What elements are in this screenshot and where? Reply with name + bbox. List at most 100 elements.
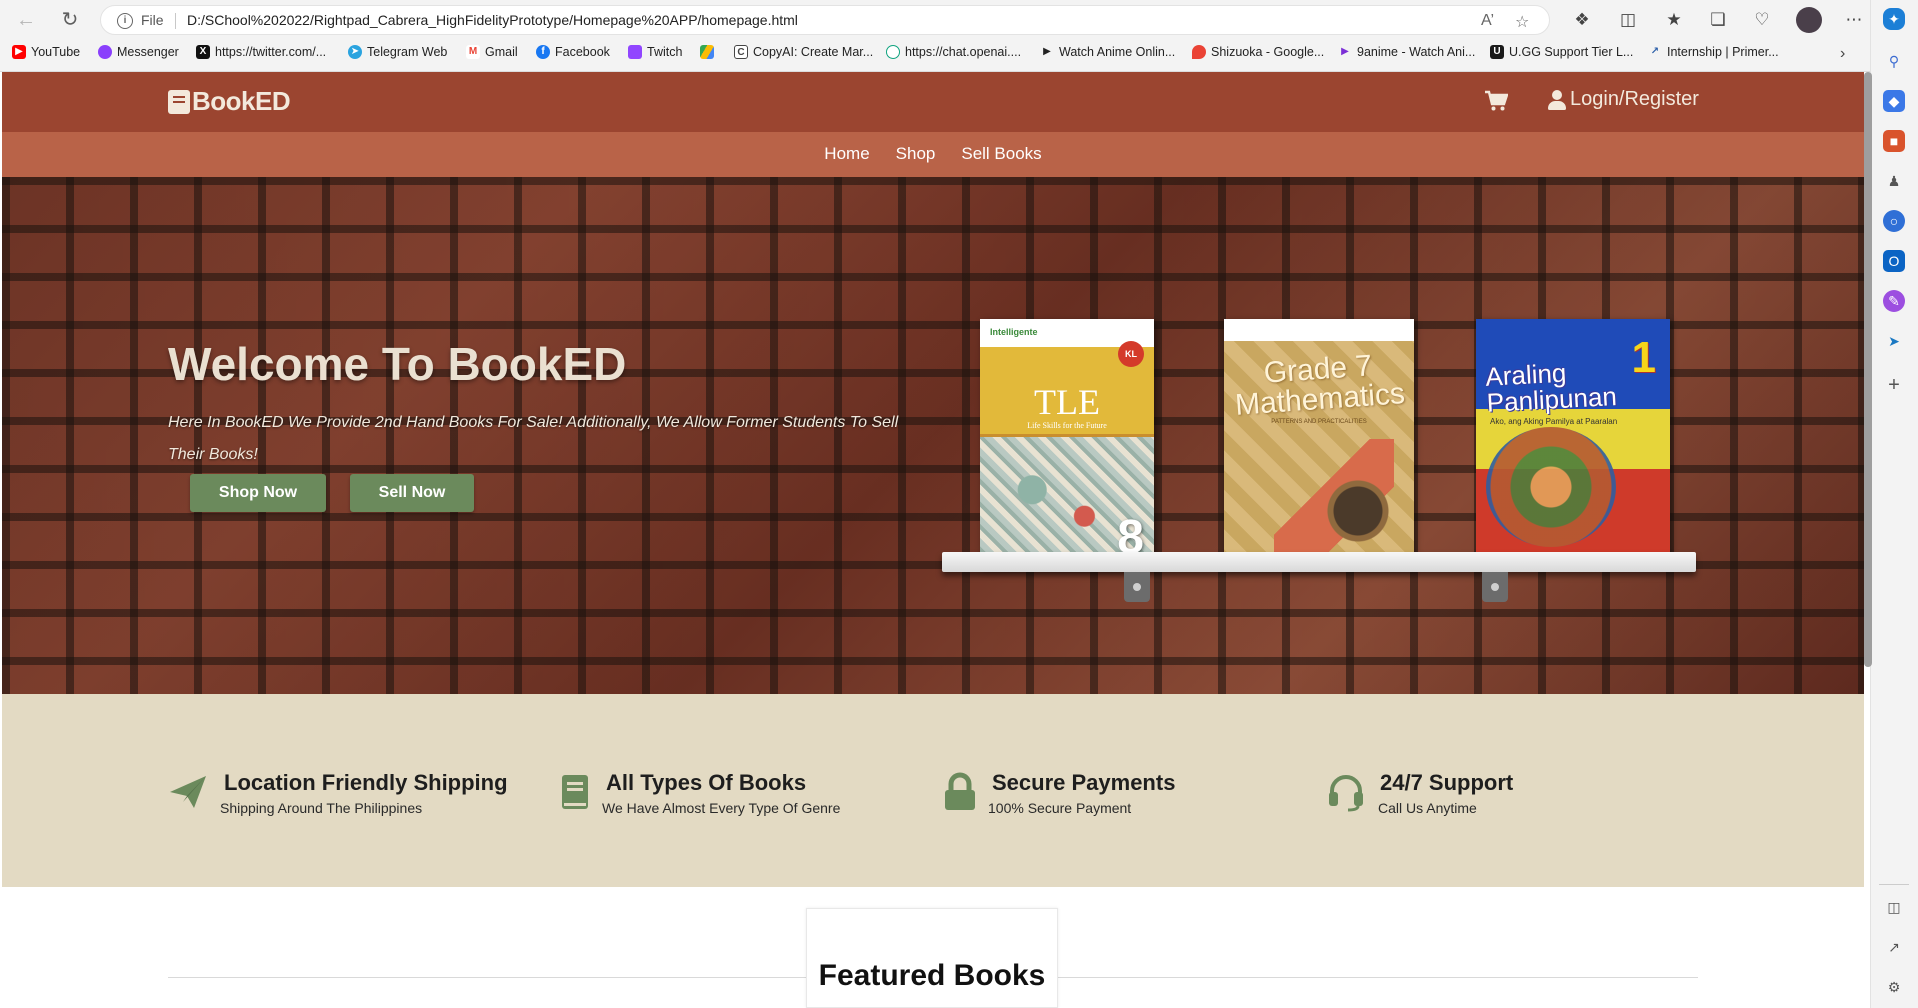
facebook-icon: f (536, 45, 550, 59)
collections-icon[interactable]: ❏ (1706, 8, 1730, 32)
shelf-bracket (1124, 572, 1150, 602)
tools-icon[interactable]: ■ (1883, 130, 1905, 152)
book-cover-math[interactable]: Grade 7 Mathematics PATTERNS AND PRACTIC… (1224, 319, 1414, 569)
bookmark-label: Facebook (555, 45, 610, 59)
bookmark-label: https://twitter.com/... (215, 45, 327, 59)
bookmark-anime[interactable]: ▶ Watch Anime Onlin... (1040, 45, 1175, 59)
read-aloud-icon[interactable]: A’ (1481, 12, 1494, 30)
book-cover-tle[interactable]: Intelligente KL TLE Life Skills for the … (980, 319, 1154, 569)
sidebar-toggle-icon[interactable]: ◫ (1883, 896, 1905, 918)
book-title: Araling Panlipunan (1484, 357, 1618, 418)
settings-gear-icon[interactable]: ⚙ (1883, 976, 1905, 998)
hero-description: Here In BookED We Provide 2nd Hand Books… (168, 414, 899, 463)
book-cover-art (1274, 439, 1394, 559)
address-row: ← ↻ i File D:/SChool%202022/Rightpad_Cab… (0, 0, 1918, 40)
book-title: TLE (1034, 382, 1100, 422)
bookmark-copyai[interactable]: C CopyAI: Create Mar... (734, 45, 873, 59)
bookmark-facebook[interactable]: f Facebook (536, 45, 610, 59)
book-subtitle: PATTERNS AND PRACTICALITIES (1271, 419, 1367, 425)
refresh-icon[interactable]: ↻ (58, 8, 82, 32)
nav-sell-books[interactable]: Sell Books (961, 144, 1041, 164)
lock-icon (945, 772, 975, 810)
book-logo-icon (168, 89, 190, 114)
twitch-icon (628, 45, 642, 59)
bookmark-google-drive[interactable] (700, 45, 714, 59)
performance-icon[interactable]: ♡ (1750, 8, 1774, 32)
bookmark-messenger[interactable]: Messenger (98, 45, 179, 59)
feature-title: All Types Of Books (606, 770, 807, 795)
telegram-icon: ➤ (348, 45, 362, 59)
play-icon: ▶ (1341, 46, 1349, 57)
bookmark-telegram[interactable]: ➤ Telegram Web (348, 45, 447, 59)
browser-toolbar: ← ↻ i File D:/SChool%202022/Rightpad_Cab… (0, 0, 1918, 72)
features-section: Location Friendly Shipping Shipping Arou… (2, 694, 1864, 887)
more-menu-icon[interactable]: ⋯ (1842, 8, 1866, 32)
bookmark-ugg[interactable]: U U.GG Support Tier L... (1490, 45, 1633, 59)
book-cover-araling-panlipunan[interactable]: 1 Araling Panlipunan Ako, ang Aking Pami… (1476, 319, 1670, 561)
sell-now-button[interactable]: Sell Now (350, 474, 474, 512)
bookmark-internship[interactable]: ↗ Internship | Primer... (1648, 45, 1779, 59)
featured-books-title: Featured Books (818, 959, 1046, 992)
bookmark-label: Shizuoka - Google... (1211, 45, 1325, 59)
microsoft365-icon[interactable]: ○ (1883, 210, 1905, 232)
bookmark-label: Gmail (485, 45, 518, 59)
login-label: Login/Register (1570, 88, 1699, 110)
nav-home[interactable]: Home (824, 144, 869, 164)
profile-avatar[interactable] (1796, 7, 1822, 33)
feature-subtitle: 100% Secure Payment (988, 800, 1132, 816)
book-header-strip (1224, 319, 1414, 341)
user-icon (1548, 89, 1566, 110)
book-cover-art (1486, 427, 1616, 547)
book-shelf (942, 552, 1696, 572)
games-icon[interactable]: ♟ (1883, 170, 1905, 192)
feature-subtitle: Call Us Anytime (1378, 800, 1477, 816)
bookmark-9anime[interactable]: ▶ 9anime - Watch Ani... (1338, 45, 1475, 59)
bookmark-google-maps[interactable]: Shizuoka - Google... (1192, 45, 1324, 59)
cart-icon[interactable] (1484, 90, 1508, 112)
copyai-icon: C (734, 45, 748, 59)
nav-shop[interactable]: Shop (896, 144, 936, 164)
bookmark-label: CopyAI: Create Mar... (753, 45, 874, 59)
feature-subtitle: Shipping Around The Philippines (220, 800, 423, 816)
site-logo[interactable]: BookED (168, 86, 291, 117)
split-screen-icon[interactable]: ◫ (1616, 8, 1640, 32)
book-title: Grade 7 Mathematics (1234, 349, 1406, 422)
send-icon[interactable]: ➤ (1883, 330, 1905, 352)
favorite-star-icon[interactable]: ☆ (1515, 12, 1529, 32)
paper-plane-icon (170, 776, 206, 808)
bookmark-chatgpt[interactable]: https://chat.openai.... (886, 45, 1021, 59)
book-badge: KL (1118, 341, 1144, 367)
bookmark-label: 9anime - Watch Ani... (1357, 45, 1476, 59)
address-bar[interactable]: i File D:/SChool%202022/Rightpad_Cabrera… (100, 5, 1550, 35)
back-arrow-icon[interactable]: ← (14, 8, 38, 32)
outlook-icon[interactable]: O (1883, 250, 1905, 272)
bookmark-label: U.GG Support Tier L... (1509, 45, 1634, 59)
page-scrollbar[interactable] (1864, 72, 1872, 667)
shopping-tag-icon[interactable]: ◆ (1883, 90, 1905, 112)
feature-title: Location Friendly Shipping (224, 770, 508, 795)
more-bookmarks-chevron-icon[interactable]: › (1840, 45, 1845, 63)
file-label: File (141, 12, 164, 28)
bookmark-gmail[interactable]: M Gmail (466, 45, 518, 59)
shop-now-button[interactable]: Shop Now (190, 474, 326, 512)
bookmark-twitch[interactable]: Twitch (628, 45, 682, 59)
bookmarks-bar: ▶ YouTube Messenger Xhttps://twitter.com/… (0, 42, 1918, 68)
play-icon: ▶ (1043, 46, 1051, 57)
bookmark-label: Watch Anime Onlin... (1059, 45, 1176, 59)
bookmark-youtube[interactable]: ▶ YouTube (12, 45, 80, 59)
copilot-icon[interactable]: ✦ (1883, 8, 1905, 30)
login-register-link[interactable]: Login/Register (1548, 88, 1699, 111)
map-pin-icon (1192, 45, 1206, 59)
designer-icon[interactable]: ✎ (1883, 290, 1905, 312)
add-icon[interactable]: + (1883, 374, 1905, 396)
search-icon[interactable]: ⚲ (1883, 50, 1905, 72)
favorites-icon[interactable]: ★ (1662, 8, 1686, 32)
logo-text: BookED (192, 86, 291, 116)
extensions-icon[interactable]: ❖ (1570, 8, 1594, 32)
open-external-icon[interactable]: ↗ (1883, 936, 1905, 958)
url-text[interactable]: D:/SChool%202022/Rightpad_Cabrera_HighFi… (187, 12, 798, 28)
messenger-icon (98, 45, 112, 59)
bookmark-twitter[interactable]: Xhttps://twitter.com/... (196, 45, 326, 59)
book-subtitle: Ako, ang Aking Pamilya at Paaralan (1490, 417, 1618, 426)
info-icon[interactable]: i (117, 13, 133, 29)
